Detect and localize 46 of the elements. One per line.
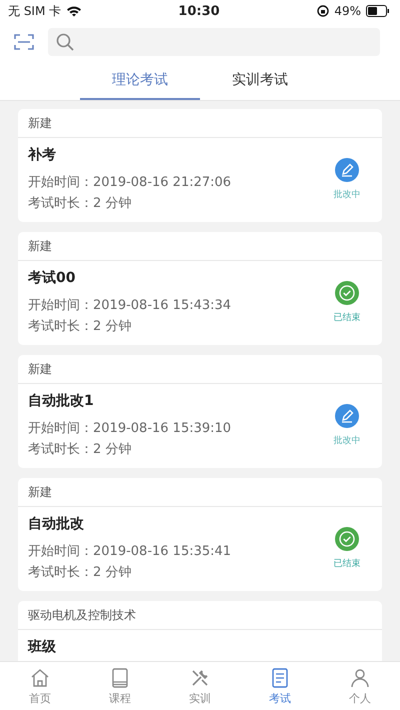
exam-card[interactable]: 新建 考试00 开始时间：2019-08-16 15:43:34 考试时长：2 分钟 已结束 bbox=[18, 232, 382, 345]
search-field[interactable] bbox=[48, 28, 380, 56]
check-circle-icon bbox=[335, 280, 359, 304]
search-icon bbox=[56, 33, 74, 51]
battery-icon bbox=[366, 5, 390, 17]
group-label: 新建 bbox=[18, 232, 382, 261]
exam-title: 考试00 bbox=[28, 269, 76, 287]
exam-card[interactable]: 新建 补考 开始时间：2019-08-16 21:27:06 考试时长：2 分钟 批改中 bbox=[18, 109, 382, 222]
status-label: 已结束 bbox=[334, 558, 360, 570]
nav-tab[interactable]: 考试 bbox=[240, 662, 320, 710]
scan-icon[interactable] bbox=[14, 33, 34, 51]
exam-card[interactable]: 新建 自动批改1 开始时间：2019-08-16 15:39:10 考试时长：2 分钟 批改中 bbox=[18, 355, 382, 468]
exam-card[interactable]: 驱动电机及控制技术 班级 bbox=[18, 601, 382, 661]
tab[interactable]: 实训考试 bbox=[200, 62, 320, 100]
status-label: 批改中 bbox=[334, 188, 360, 200]
group-label: 新建 bbox=[18, 355, 382, 384]
carrier-label: 无 SIM 卡 bbox=[8, 2, 62, 20]
exam-duration: 考试时长：2 分钟 bbox=[28, 564, 132, 581]
exam-title: 班级 bbox=[28, 638, 57, 656]
status-label: 批改中 bbox=[334, 434, 360, 446]
group-label: 驱动电机及控制技术 bbox=[18, 601, 382, 630]
clock-time: 10:30 bbox=[178, 4, 220, 18]
start-time: 开始时间：2019-08-16 15:43:34 bbox=[28, 297, 232, 314]
pencil-icon bbox=[335, 404, 359, 428]
status-label: 已结束 bbox=[334, 312, 360, 324]
tab[interactable]: 理论考试 bbox=[80, 62, 200, 100]
pencil-icon bbox=[335, 158, 359, 182]
exam-title: 自动批改1 bbox=[28, 392, 95, 410]
nav-tab[interactable]: 课程 bbox=[80, 662, 160, 710]
start-time: 开始时间：2019-08-16 21:27:06 bbox=[28, 174, 232, 191]
start-time: 开始时间：2019-08-16 15:39:10 bbox=[28, 420, 232, 437]
start-time: 开始时间：2019-08-16 15:35:41 bbox=[28, 543, 232, 560]
exam-title: 补考 bbox=[28, 146, 57, 164]
group-label: 新建 bbox=[18, 478, 382, 507]
battery-percent: 49% bbox=[334, 4, 361, 18]
group-label: 新建 bbox=[18, 109, 382, 138]
exam-duration: 考试时长：2 分钟 bbox=[28, 441, 132, 458]
home-icon bbox=[29, 666, 51, 688]
person-icon bbox=[349, 666, 371, 688]
nav-tab[interactable]: 个人 bbox=[320, 662, 400, 710]
wifi-icon bbox=[66, 5, 82, 17]
exam-title: 自动批改 bbox=[28, 515, 85, 533]
check-circle-icon bbox=[335, 526, 359, 550]
exam-card[interactable]: 新建 自动批改 开始时间：2019-08-16 15:35:41 考试时长：2 分钟 已结束 bbox=[18, 478, 382, 591]
exam-duration: 考试时长：2 分钟 bbox=[28, 318, 132, 335]
exam-duration: 考试时长：2 分钟 bbox=[28, 195, 132, 212]
